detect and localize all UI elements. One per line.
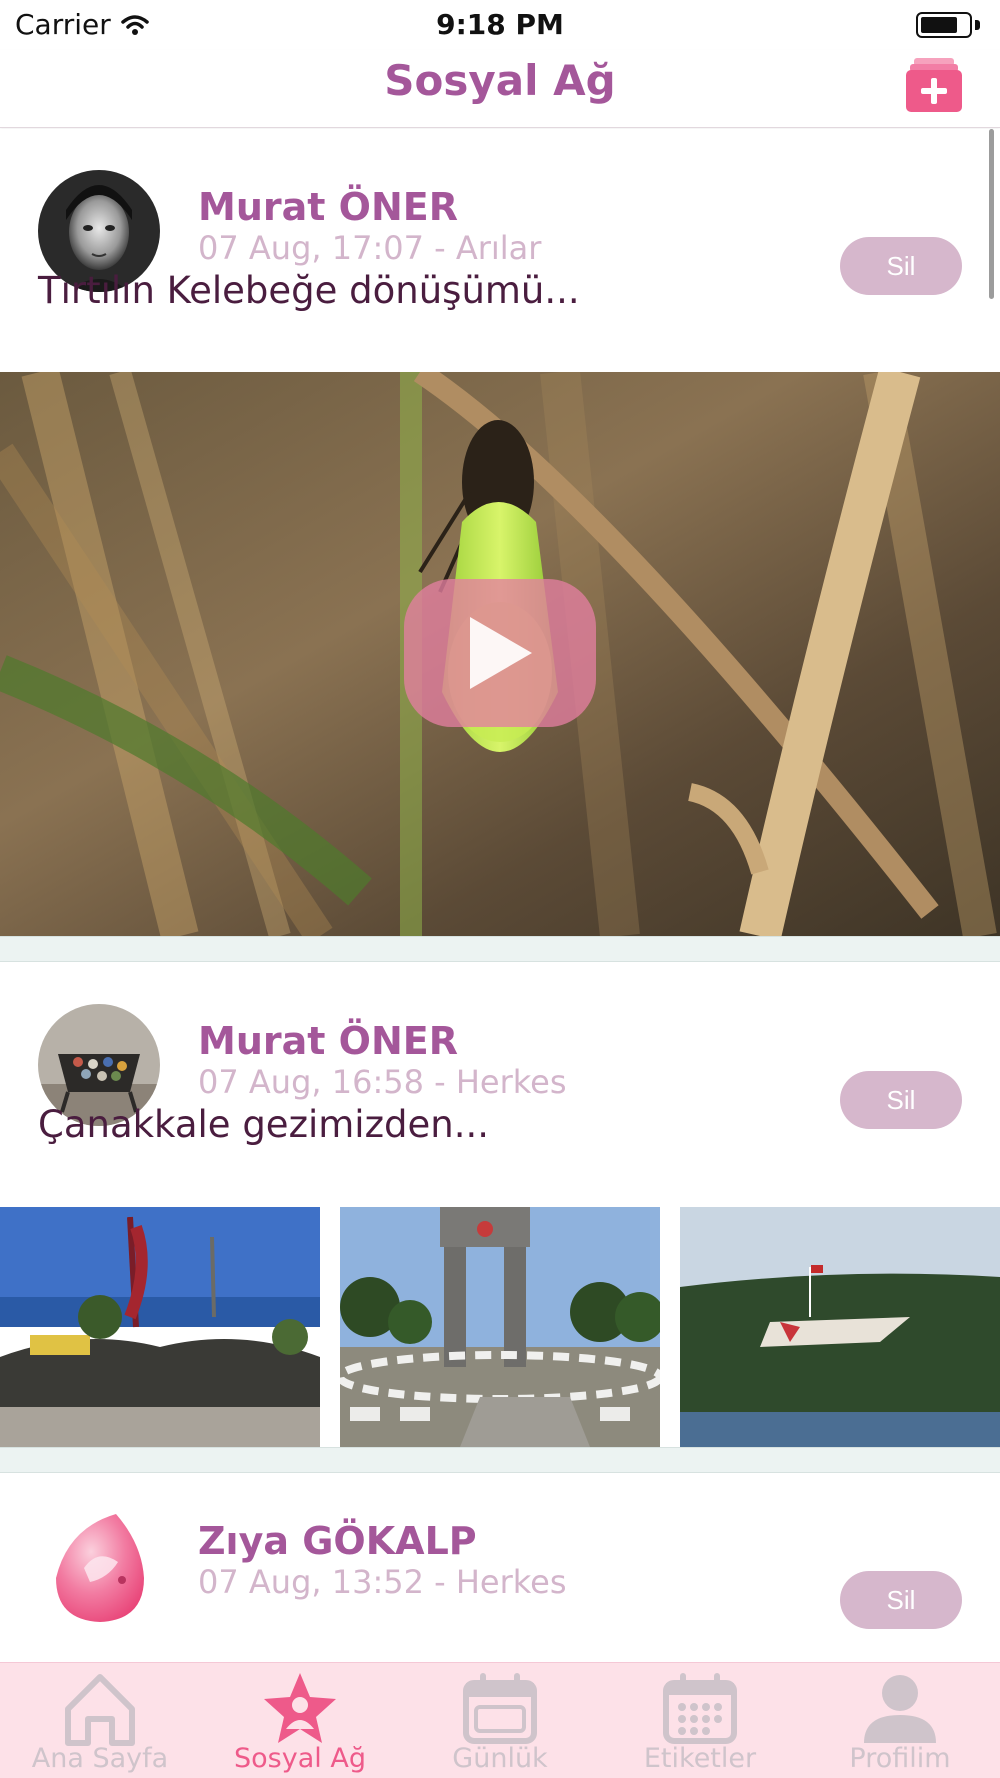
author-avatar[interactable]: [38, 1508, 160, 1630]
tab-sosyal-ag[interactable]: Sosyal Ağ: [200, 1663, 400, 1778]
battery-icon: [916, 12, 972, 38]
author-name[interactable]: Zıya GÖKALP: [198, 1519, 477, 1563]
add-post-icon: [906, 58, 962, 112]
delete-button[interactable]: Sil: [840, 1571, 962, 1629]
calendar-grid-icon: [663, 1673, 737, 1744]
post-meta: 07 Aug, 13:52 - Herkes: [198, 1563, 567, 1601]
home-icon: [65, 1674, 135, 1746]
feed-post: Zıya GÖKALP 07 Aug, 13:52 - Herkes Sil: [0, 1474, 1000, 1662]
post-photo[interactable]: [340, 1207, 660, 1447]
tab-ana-sayfa[interactable]: Ana Sayfa: [0, 1663, 200, 1778]
status-bar: Carrier 9:18 PM: [0, 0, 1000, 50]
feed-post: Murat ÖNER 07 Aug, 16:58 - Herkes Sil Ça…: [0, 963, 1000, 1203]
author-name[interactable]: Murat ÖNER: [198, 185, 458, 229]
post-separator: [0, 936, 1000, 962]
post-text: Tırtılın Kelebeğe dönüşümü...: [38, 269, 580, 312]
post-text: Çanakkale gezimizden...: [38, 1103, 489, 1146]
tab-label: Ana Sayfa: [31, 1743, 169, 1774]
tab-gunluk[interactable]: Günlük: [400, 1663, 600, 1778]
social-feed[interactable]: Murat ÖNER 07 Aug, 17:07 - Arılar Sil Tı…: [0, 129, 1000, 1662]
tab-label: Etiketler: [643, 1743, 757, 1774]
tab-label: Günlük: [452, 1743, 548, 1774]
post-meta: 07 Aug, 17:07 - Arılar: [198, 229, 542, 267]
battery-level: [921, 17, 957, 33]
post-photo[interactable]: [0, 1207, 320, 1447]
feed-post: Murat ÖNER 07 Aug, 17:07 - Arılar Sil Tı…: [0, 129, 1000, 936]
post-separator: [0, 1447, 1000, 1473]
navigation-bar: Sosyal Ağ: [0, 50, 1000, 128]
delete-button[interactable]: Sil: [840, 237, 962, 295]
add-post-button[interactable]: [906, 58, 962, 112]
video-thumbnail[interactable]: [0, 372, 1000, 936]
page-title: Sosyal Ağ: [384, 56, 616, 105]
tab-label: Profilim: [849, 1743, 951, 1774]
post-meta: 07 Aug, 16:58 - Herkes: [198, 1063, 567, 1101]
tab-bar: Ana Sayfa Sosyal Ağ Günlük Etiketler Pro…: [0, 1662, 1000, 1778]
person-icon: [864, 1675, 936, 1743]
tab-profilim[interactable]: Profilim: [800, 1663, 1000, 1778]
delete-button[interactable]: Sil: [840, 1071, 962, 1129]
author-name[interactable]: Murat ÖNER: [198, 1019, 458, 1063]
scroll-indicator[interactable]: [989, 129, 994, 299]
star-people-icon: [264, 1673, 336, 1743]
status-time: 9:18 PM: [436, 8, 564, 41]
tab-label: Sosyal Ağ: [234, 1743, 366, 1774]
tab-etiketler[interactable]: Etiketler: [600, 1663, 800, 1778]
post-photo[interactable]: [680, 1207, 1000, 1447]
battery-tip: [975, 20, 980, 30]
calendar-icon: [463, 1673, 537, 1744]
play-icon[interactable]: [404, 579, 596, 727]
